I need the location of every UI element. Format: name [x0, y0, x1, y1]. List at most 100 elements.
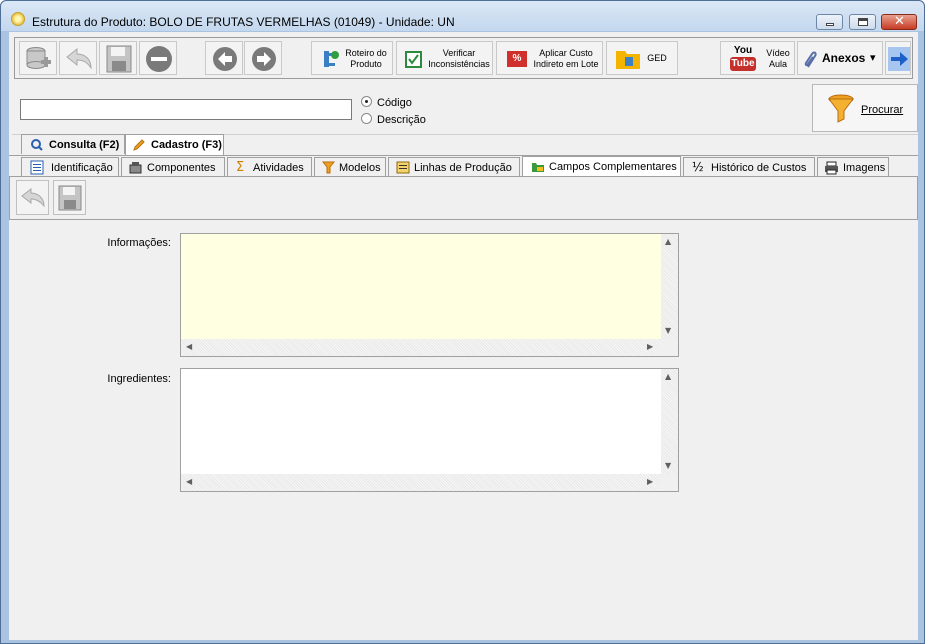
- scroll-up-icon[interactable]: ▲: [665, 237, 671, 246]
- tab-atividades[interactable]: Σ Atividades: [227, 157, 312, 177]
- informacoes-label: Informações:: [107, 237, 171, 249]
- magnifier-icon: [31, 139, 43, 151]
- funnel-icon: [828, 94, 854, 123]
- maximize-icon: [858, 18, 868, 26]
- undo-icon: [21, 187, 45, 208]
- radio-selected-icon: [361, 96, 372, 107]
- video-label-2: Aula: [768, 59, 787, 69]
- tab-componentes[interactable]: Componentes: [121, 157, 225, 177]
- informacoes-hscrollbar[interactable]: ◀ ▶: [181, 339, 661, 356]
- save-icon: [106, 45, 132, 73]
- scroll-up-icon[interactable]: ▲: [665, 372, 671, 381]
- undo-button[interactable]: [59, 41, 97, 75]
- tab-campos-complementares[interactable]: Campos Complementares: [522, 156, 681, 177]
- radio-codigo[interactable]: Código: [361, 96, 412, 109]
- tab-cadastro-label: Cadastro (F3): [151, 139, 222, 151]
- radio-codigo-label: Código: [377, 97, 412, 109]
- scroll-left-icon[interactable]: ◀: [186, 477, 192, 486]
- pencil-icon: [133, 139, 145, 151]
- panel-undo-button[interactable]: [16, 180, 49, 215]
- minus-circle-icon: [146, 46, 172, 72]
- ged-label: GED: [647, 53, 667, 63]
- tab-modelos[interactable]: Modelos: [314, 157, 386, 177]
- ingredientes-textarea[interactable]: [181, 369, 661, 474]
- informacoes-field[interactable]: ▲ ▼ ◀ ▶: [180, 233, 679, 357]
- tab-historico-custos[interactable]: ½ Histórico de Custos: [683, 157, 815, 177]
- scroll-right-icon[interactable]: ▶: [647, 342, 653, 351]
- new-record-button[interactable]: [19, 41, 57, 75]
- tab-imagens[interactable]: Imagens: [817, 157, 889, 177]
- youtube-icon-top: You: [733, 45, 753, 56]
- sigma-icon: Σ: [236, 160, 245, 175]
- tab-campos-complementares-label: Campos Complementares: [549, 161, 677, 173]
- arrow-left-circle-icon: [213, 47, 237, 71]
- ingredientes-hscrollbar[interactable]: ◀ ▶: [181, 474, 661, 491]
- tab-historico-custos-label: Histórico de Custos: [711, 162, 807, 174]
- aplicar-custo-button[interactable]: % Aplicar Custo Indireto em Lote: [496, 41, 603, 75]
- search-input[interactable]: [20, 99, 352, 120]
- exit-button[interactable]: [885, 41, 911, 75]
- informacoes-vscrollbar[interactable]: ▲ ▼: [661, 234, 678, 339]
- search-bar: Código Descrição Procurar: [12, 82, 918, 135]
- funnel-small-icon: [322, 161, 335, 174]
- next-button[interactable]: [244, 41, 282, 75]
- verificar-label-2: Inconsistências: [428, 59, 490, 69]
- undo-icon: [66, 47, 92, 70]
- save-icon: [58, 185, 82, 211]
- previous-button[interactable]: [205, 41, 243, 75]
- document-icon: [30, 160, 44, 175]
- sub-tabs: Identificação Componentes Σ Atividades M…: [9, 155, 918, 177]
- youtube-icon: Tube: [730, 57, 756, 71]
- scroll-left-icon[interactable]: ◀: [186, 342, 192, 351]
- main-tabs: Consulta (F2) Cadastro (F3): [9, 134, 918, 155]
- window-title: Estrutura do Produto: BOLO DE FRUTAS VER…: [32, 15, 455, 29]
- tab-cadastro[interactable]: Cadastro (F3): [125, 134, 224, 155]
- routing-tree-icon: [324, 51, 339, 67]
- percent-icon: %: [507, 51, 527, 67]
- tab-linhas-producao[interactable]: Linhas de Produção: [388, 157, 520, 177]
- tab-modelos-label: Modelos: [339, 162, 381, 174]
- ingredientes-vscrollbar[interactable]: ▲ ▼: [661, 369, 678, 474]
- save-button[interactable]: [99, 41, 137, 75]
- client-area: Roteiro do Produto Verificar Inconsistên…: [9, 32, 918, 640]
- scroll-corner: [661, 339, 678, 356]
- checkbox-icon: [405, 51, 422, 68]
- folder-icon: [616, 51, 640, 69]
- minimize-icon: [826, 23, 834, 26]
- tab-consulta-label: Consulta (F2): [49, 139, 120, 151]
- video-aula-button[interactable]: You Tube Vídeo Aula: [720, 41, 795, 75]
- scroll-down-icon[interactable]: ▼: [665, 326, 671, 335]
- radio-descricao-label: Descrição: [377, 114, 426, 126]
- printer-icon: [825, 161, 838, 175]
- minimize-button[interactable]: [816, 14, 843, 30]
- chevron-down-icon: ▾: [870, 52, 876, 64]
- app-window: Estrutura do Produto: BOLO DE FRUTAS VER…: [0, 0, 925, 644]
- ged-button[interactable]: GED: [606, 41, 678, 75]
- roteiro-label-1: Roteiro do: [345, 48, 387, 58]
- radio-descricao[interactable]: Descrição: [361, 113, 426, 126]
- arrow-right-icon: [888, 47, 910, 71]
- tab-identificacao[interactable]: Identificação: [21, 157, 119, 177]
- ingredientes-label: Ingredientes:: [107, 373, 171, 385]
- tab-consulta[interactable]: Consulta (F2): [21, 134, 125, 154]
- verificar-inconsistencias-button[interactable]: Verificar Inconsistências: [396, 41, 493, 75]
- app-icon: [11, 12, 25, 26]
- anexos-dropdown[interactable]: Anexos ▾: [797, 41, 883, 75]
- delete-button[interactable]: [139, 41, 177, 75]
- maximize-button[interactable]: [849, 14, 876, 30]
- procurar-button[interactable]: Procurar: [812, 84, 918, 132]
- title-bar[interactable]: Estrutura do Produto: BOLO DE FRUTAS VER…: [1, 1, 924, 31]
- tab-identificacao-label: Identificação: [51, 162, 113, 174]
- roteiro-produto-button[interactable]: Roteiro do Produto: [311, 41, 393, 75]
- close-button[interactable]: ✕: [881, 14, 917, 30]
- panel-save-button[interactable]: [53, 180, 86, 215]
- ingredientes-field[interactable]: ▲ ▼ ◀ ▶: [180, 368, 679, 492]
- arrow-right-circle-icon: [252, 47, 276, 71]
- folder-green-icon: [532, 163, 544, 172]
- tab-componentes-label: Componentes: [147, 162, 216, 174]
- scroll-down-icon[interactable]: ▼: [665, 461, 671, 470]
- scroll-right-icon[interactable]: ▶: [647, 477, 653, 486]
- informacoes-textarea[interactable]: [181, 234, 661, 339]
- close-icon: ✕: [894, 14, 905, 29]
- tab-toolbar: [9, 176, 918, 220]
